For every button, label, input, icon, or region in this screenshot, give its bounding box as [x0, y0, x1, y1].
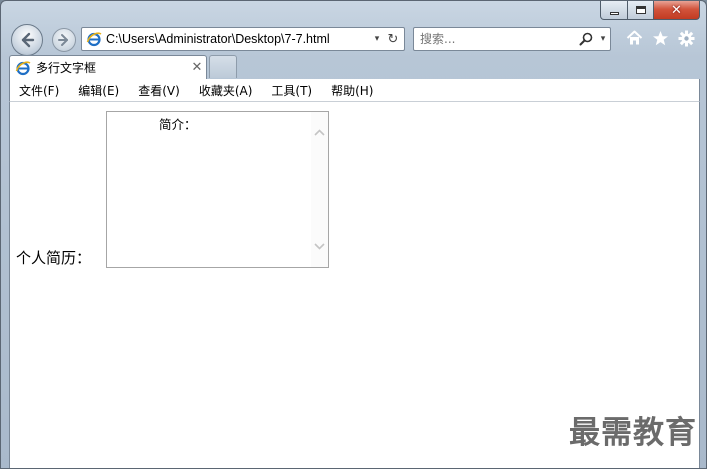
close-icon: ✕ — [671, 2, 682, 18]
page-content: 个人简历： 简介： 最需教育 — [9, 102, 700, 468]
menu-file[interactable]: 文件(F) — [19, 82, 59, 99]
browser-toolbar-icons — [625, 29, 695, 47]
menu-tools[interactable]: 工具(T) — [271, 82, 312, 99]
resume-label: 个人简历： — [16, 249, 92, 267]
search-input[interactable] — [414, 29, 576, 49]
watermark-logo: 最需教育 — [569, 415, 697, 451]
settings-button[interactable] — [677, 29, 695, 47]
scroll-up-button[interactable] — [311, 124, 328, 141]
minimize-icon — [609, 11, 619, 15]
menu-help[interactable]: 帮助(H) — [331, 82, 373, 99]
search-icon — [579, 32, 593, 46]
maximize-button[interactable] — [628, 1, 654, 20]
favorites-button[interactable] — [651, 29, 669, 47]
tab-strip: 多行文字框 ✕ — [9, 55, 699, 79]
browser-window: ✕ C:\Users\Administrator\Desktop\7-7.htm… — [0, 0, 707, 469]
chevron-up-icon — [314, 129, 325, 136]
tab-close-icon[interactable]: ✕ — [188, 60, 206, 75]
back-button[interactable] — [11, 24, 43, 56]
address-text[interactable]: C:\Users\Administrator\Desktop\7-7.html — [106, 32, 370, 46]
textarea-scrollbar[interactable] — [311, 112, 328, 267]
menu-edit[interactable]: 编辑(E) — [78, 82, 119, 99]
back-arrow-icon — [21, 32, 35, 48]
search-button[interactable] — [576, 32, 596, 46]
ie-tab-icon — [15, 60, 31, 76]
menu-bar: 文件(F) 编辑(E) 查看(V) 收藏夹(A) 工具(T) 帮助(H) — [9, 79, 700, 102]
tab-active[interactable]: 多行文字框 ✕ — [9, 55, 207, 79]
home-button[interactable] — [625, 29, 643, 47]
star-icon — [652, 30, 668, 45]
forward-button[interactable] — [52, 28, 76, 52]
chevron-down-icon — [314, 243, 325, 250]
tab-title: 多行文字框 — [36, 61, 97, 75]
home-icon — [626, 30, 642, 45]
gear-icon — [678, 30, 694, 46]
textarea-text[interactable]: 简介： — [159, 114, 197, 133]
close-window-button[interactable]: ✕ — [654, 1, 700, 20]
address-bar[interactable]: C:\Users\Administrator\Desktop\7-7.html … — [81, 27, 405, 51]
window-caption-buttons: ✕ — [600, 1, 700, 21]
new-tab-button[interactable] — [209, 55, 237, 78]
menu-favorites[interactable]: 收藏夹(A) — [199, 82, 253, 99]
navigation-bar: C:\Users\Administrator\Desktop\7-7.html … — [9, 23, 699, 56]
address-dropdown-icon[interactable]: ▾ — [370, 34, 384, 44]
resume-textarea[interactable]: 简介： — [106, 111, 329, 268]
ie-page-icon — [86, 31, 102, 47]
minimize-button[interactable] — [600, 1, 628, 20]
search-box[interactable]: ▾ — [413, 27, 611, 51]
scroll-down-button[interactable] — [311, 238, 328, 255]
forward-arrow-icon — [58, 34, 68, 46]
maximize-icon — [635, 6, 646, 14]
search-dropdown-icon[interactable]: ▾ — [596, 34, 610, 44]
menu-view[interactable]: 查看(V) — [138, 82, 180, 99]
refresh-icon[interactable]: ↻ — [384, 32, 402, 47]
